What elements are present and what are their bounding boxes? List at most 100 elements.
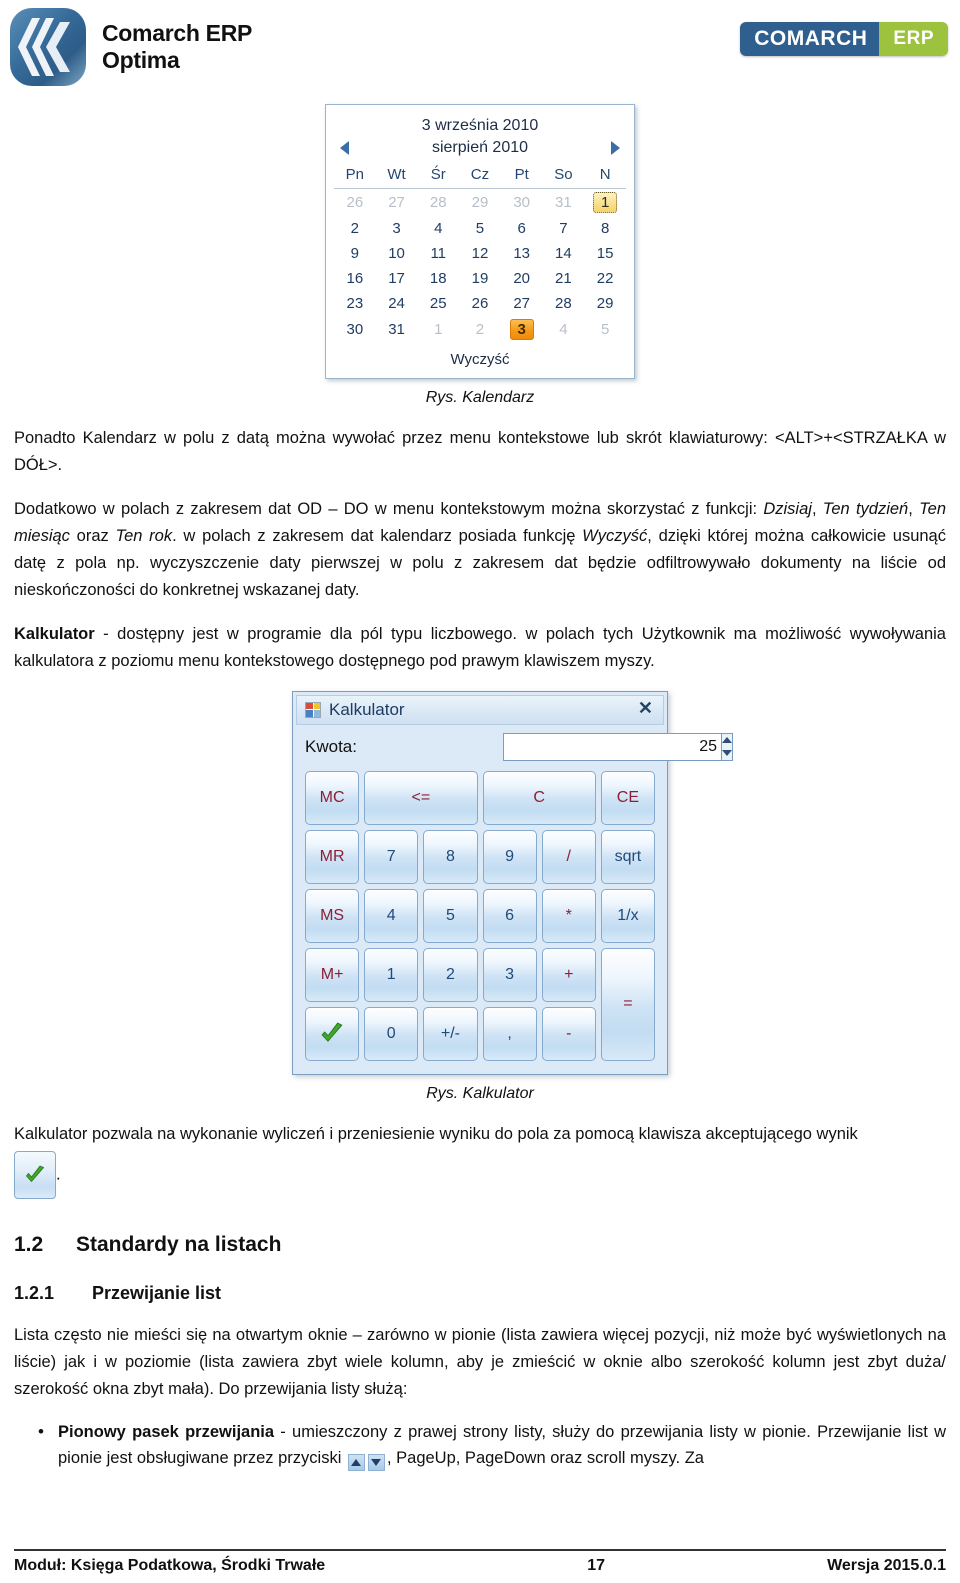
calendar-day-cell[interactable]: 5 — [584, 316, 626, 343]
calendar-day-14[interactable]: 14 — [551, 244, 576, 263]
calc-key-plus[interactable]: + — [541, 947, 596, 1002]
calendar-day-cell[interactable]: 4 — [417, 216, 459, 241]
calendar-day-cell[interactable]: 21 — [543, 266, 585, 291]
amount-spinner[interactable] — [722, 732, 733, 761]
calendar-day-cell[interactable]: 31 — [376, 316, 418, 343]
calendar-clear-button[interactable]: Wyczyść — [334, 343, 626, 370]
calendar-day-cell[interactable]: 31 — [543, 189, 585, 217]
calc-key-divide[interactable]: / — [541, 829, 596, 884]
calendar-day-28-dim[interactable]: 28 — [426, 193, 451, 212]
calendar-day-30[interactable]: 30 — [343, 320, 368, 339]
calendar-day-24[interactable]: 24 — [384, 294, 409, 313]
calc-key-backspace[interactable]: <= — [364, 770, 478, 825]
calc-key-minus[interactable]: - — [541, 1006, 596, 1061]
calc-key-memory-clear[interactable]: MC — [305, 770, 360, 825]
calc-key-square-root[interactable]: sqrt — [600, 829, 655, 884]
calc-key-memory-store[interactable]: MS — [305, 888, 360, 943]
calendar-day-22[interactable]: 22 — [593, 269, 618, 288]
calendar-day-31-dim[interactable]: 31 — [551, 193, 576, 212]
calendar-day-5[interactable]: 5 — [468, 219, 492, 238]
calendar-day-cell[interactable]: 9 — [334, 241, 376, 266]
calendar-day-cell[interactable]: 28 — [417, 189, 459, 217]
calendar-day-cell[interactable]: 8 — [584, 216, 626, 241]
calc-key-equals[interactable]: = — [600, 947, 655, 1061]
calendar-day-cell[interactable]: 3 — [501, 316, 543, 343]
calendar-day-cell[interactable]: 24 — [376, 291, 418, 316]
calendar-day-cell[interactable]: 18 — [417, 266, 459, 291]
calendar-day-cell[interactable]: 30 — [334, 316, 376, 343]
calendar-day-3[interactable]: 3 — [385, 219, 409, 238]
calc-key-digit-8[interactable]: 8 — [423, 829, 478, 884]
scroll-up-icon[interactable] — [347, 1454, 365, 1472]
calc-key-digit-3[interactable]: 3 — [482, 947, 537, 1002]
calc-key-clear-entry[interactable]: CE — [600, 770, 655, 825]
calculator-window[interactable]: Kalkulator ✕ Kwota: MC<=CCE MR789/sqrt MS4… — [292, 690, 733, 1075]
amount-input[interactable] — [503, 732, 722, 761]
calendar-day-cell[interactable]: 4 — [543, 316, 585, 343]
calendar-day-19[interactable]: 19 — [468, 269, 493, 288]
calendar-day-26[interactable]: 26 — [468, 294, 493, 313]
calc-key-clear-all[interactable]: C — [482, 770, 596, 825]
triangle-right-icon[interactable] — [610, 141, 620, 155]
calc-key-decimal-comma[interactable]: , — [482, 1006, 537, 1061]
calendar-day-cell[interactable]: 2 — [334, 216, 376, 241]
calendar-day-cell[interactable]: 1 — [417, 316, 459, 343]
calendar-day-6[interactable]: 6 — [510, 219, 534, 238]
calendar-day-cell[interactable]: 29 — [584, 291, 626, 316]
calendar-day-2-dim[interactable]: 2 — [468, 320, 492, 339]
calendar-day-cell[interactable]: 1 — [584, 189, 626, 217]
calc-key-digit-5[interactable]: 5 — [423, 888, 478, 943]
calc-key-memory-add[interactable]: M+ — [305, 947, 360, 1002]
calendar-day-26-dim[interactable]: 26 — [343, 193, 368, 212]
calendar-day-10[interactable]: 10 — [384, 244, 409, 263]
calendar-day-cell[interactable]: 2 — [459, 316, 501, 343]
calendar-day-8[interactable]: 8 — [593, 219, 617, 238]
calendar-day-27[interactable]: 27 — [509, 294, 534, 313]
calendar-day-17[interactable]: 17 — [384, 269, 409, 288]
scroll-down-icon[interactable] — [367, 1454, 385, 1472]
calendar-day-27-dim[interactable]: 27 — [384, 193, 409, 212]
calendar-day-cell[interactable]: 26 — [334, 189, 376, 217]
calendar-day-11[interactable]: 11 — [426, 244, 450, 263]
calendar-day-29[interactable]: 29 — [593, 294, 618, 313]
spinner-down-icon[interactable] — [722, 750, 732, 757]
calc-key-accept-result[interactable] — [305, 1006, 360, 1061]
calendar-day-25[interactable]: 25 — [426, 294, 451, 313]
calc-key-digit-7[interactable]: 7 — [364, 829, 419, 884]
calendar-day-9[interactable]: 9 — [343, 244, 367, 263]
calendar-day-23[interactable]: 23 — [343, 294, 368, 313]
calendar-day-16[interactable]: 16 — [343, 269, 368, 288]
calendar-day-7[interactable]: 7 — [551, 219, 575, 238]
calendar-day-cell[interactable]: 6 — [501, 216, 543, 241]
triangle-left-icon[interactable] — [340, 141, 349, 155]
calc-key-digit-4[interactable]: 4 — [364, 888, 419, 943]
calc-key-digit-1[interactable]: 1 — [364, 947, 419, 1002]
calc-key-digit-9[interactable]: 9 — [482, 829, 537, 884]
calendar-day-cell[interactable]: 13 — [501, 241, 543, 266]
calc-key-digit-2[interactable]: 2 — [423, 947, 478, 1002]
calendar-day-cell[interactable]: 28 — [543, 291, 585, 316]
calendar-day-cell[interactable]: 16 — [334, 266, 376, 291]
calc-key-multiply[interactable]: * — [541, 888, 596, 943]
calendar-day-3-selected[interactable]: 3 — [509, 319, 534, 340]
close-icon[interactable]: ✕ — [636, 699, 655, 720]
calendar-day-cell[interactable]: 23 — [334, 291, 376, 316]
calendar-day-cell[interactable]: 22 — [584, 266, 626, 291]
calendar-day-cell[interactable]: 20 — [501, 266, 543, 291]
calendar-month-label[interactable]: sierpień 2010 — [432, 139, 528, 157]
calendar-day-28[interactable]: 28 — [551, 294, 576, 313]
calendar-day-29-dim[interactable]: 29 — [468, 193, 493, 212]
calendar-day-4[interactable]: 4 — [426, 219, 450, 238]
calendar-day-12[interactable]: 12 — [468, 244, 493, 263]
calendar-day-cell[interactable]: 27 — [501, 291, 543, 316]
calc-key-reciprocal[interactable]: 1/x — [600, 888, 655, 943]
calendar-day-cell[interactable]: 15 — [584, 241, 626, 266]
calc-key-digit-0[interactable]: 0 — [364, 1006, 419, 1061]
calendar-day-15[interactable]: 15 — [593, 244, 618, 263]
calc-key-sign-toggle[interactable]: +/- — [423, 1006, 478, 1061]
calendar-day-20[interactable]: 20 — [509, 269, 534, 288]
calendar-day-21[interactable]: 21 — [551, 269, 576, 288]
calendar-day-cell[interactable]: 30 — [501, 189, 543, 217]
calendar-day-13[interactable]: 13 — [509, 244, 534, 263]
calendar-widget[interactable]: 3 września 2010 sierpień 2010 Pn Wt Śr Cz Pt… — [325, 104, 635, 379]
